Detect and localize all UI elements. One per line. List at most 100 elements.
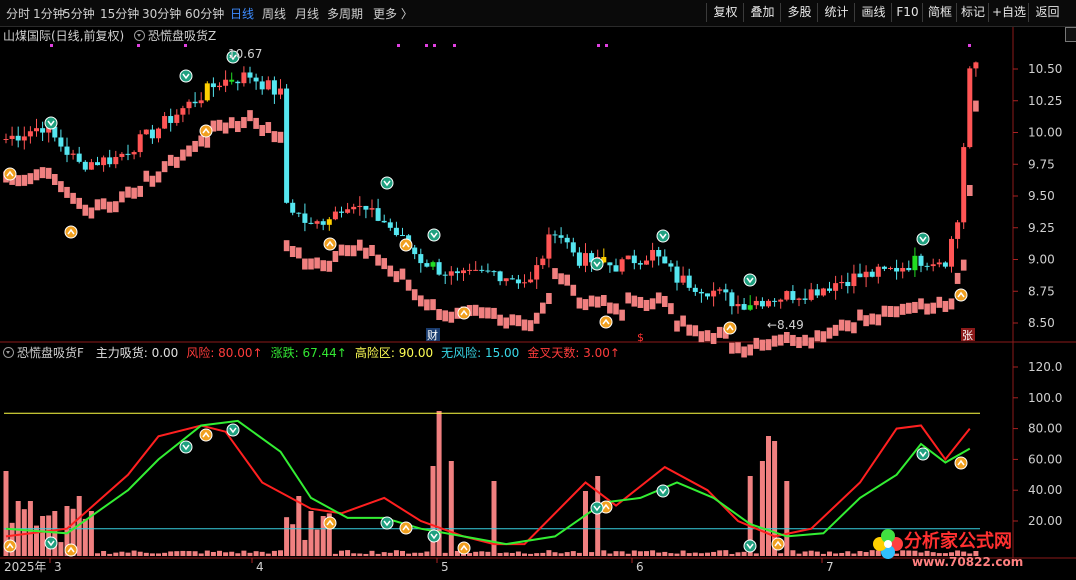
osc-volume-bar [711,551,717,556]
support-block [790,334,796,346]
candle-body [802,298,808,300]
osc-volume-bar [448,461,454,556]
osc-volume-bar [131,550,137,556]
support-block [613,303,619,315]
osc-volume-bar [686,553,692,556]
support-block [308,258,314,270]
signal-dot [433,44,436,47]
osc-volume-bar [534,553,540,556]
signal-dot [453,44,456,47]
candle-body [113,156,119,165]
candle-body [454,271,460,274]
osc-volume-bar [546,550,552,556]
support-block [875,314,882,326]
support-block [509,314,516,326]
candle-body [698,291,704,294]
candle-body [863,271,869,278]
candle-body [284,88,290,203]
candle-body [839,281,845,284]
osc-volume-bar [156,553,161,556]
support-block [289,246,296,258]
support-block [497,314,503,326]
sell-signal-icon [179,69,193,83]
support-block [106,201,113,213]
support-block [137,185,143,197]
candle-body [125,153,131,155]
candle-body [790,291,796,300]
osc-volume-bar [564,552,570,556]
candle-body [375,208,381,221]
support-block [832,324,839,336]
osc-volume-bar [308,511,314,556]
price-tick-label: 9.50 [1028,189,1055,203]
candle-body [241,72,247,84]
watermark-url: www.70822.com [912,555,1023,569]
support-block [27,173,34,185]
osc-volume-bar [552,552,558,556]
price-tick-label: 10.50 [1028,62,1062,76]
sell-signal-icon [179,440,193,454]
support-block [851,322,857,334]
osc-volume-bar [595,476,601,556]
support-block [912,301,918,313]
osc-volume-bar [314,529,320,556]
candle-body [869,271,875,277]
high-price-label: 10.67 [228,47,262,61]
date-tick-label: 2025年 [4,560,47,574]
osc-volume-bar [589,552,595,556]
candle-body [851,273,857,287]
candle-body [686,275,692,288]
osc-volume-bar [827,551,832,556]
osc-volume-bar [662,551,668,556]
osc-volume-bar [357,553,363,556]
osc-volume-bar [558,553,564,556]
support-block [491,307,497,319]
signal-dot [597,44,600,47]
candle-body [967,68,973,148]
support-block [716,326,723,338]
watermark-title: 分析家公式网 [904,530,1012,552]
support-block [540,302,546,314]
candle-body [290,202,296,213]
candle-body [808,289,814,300]
buy-signal-icon [954,288,968,302]
support-block [479,307,485,319]
osc-volume-bar [253,551,259,556]
candle-body [107,157,113,165]
support-block [228,117,235,129]
candle-body [418,254,424,264]
candle-body [942,262,948,267]
candle-body [320,221,326,225]
candle-body [442,274,448,276]
kline-chart[interactable]: 10.67 ←8.49 财 $ 张 10.50 10.25 10.00 9.75 9.50 9.2… [0,0,1076,580]
candle-body [820,288,826,296]
finance-badge-label: 财 [427,328,438,342]
support-block [357,239,363,251]
sell-signal-icon [656,229,670,243]
osc-volume-bar [735,552,741,556]
osc-volume-bar [284,517,290,556]
support-block [588,295,595,307]
support-block [155,171,162,183]
support-block [735,342,741,354]
osc-volume-bar [412,552,418,556]
candle-body [156,128,161,139]
support-block [125,186,131,198]
candle-body [64,146,70,155]
support-block [771,335,778,347]
buy-signal-icon [599,315,613,329]
osc-volume-bar [619,551,625,556]
candle-body [534,265,540,280]
candle-body [705,293,710,297]
sell-signal-icon [656,484,670,498]
candle-body [9,135,15,139]
candle-body [76,153,82,162]
price-tick-label: 9.75 [1028,157,1055,171]
osc-tick-label: 20.00 [1028,514,1062,528]
osc-volume-bar [869,550,875,556]
candle-body [735,304,741,307]
candle-body [485,270,491,272]
candle-body [741,304,747,310]
sell-signal-icon [380,516,394,530]
sell-signal-icon [44,536,58,550]
